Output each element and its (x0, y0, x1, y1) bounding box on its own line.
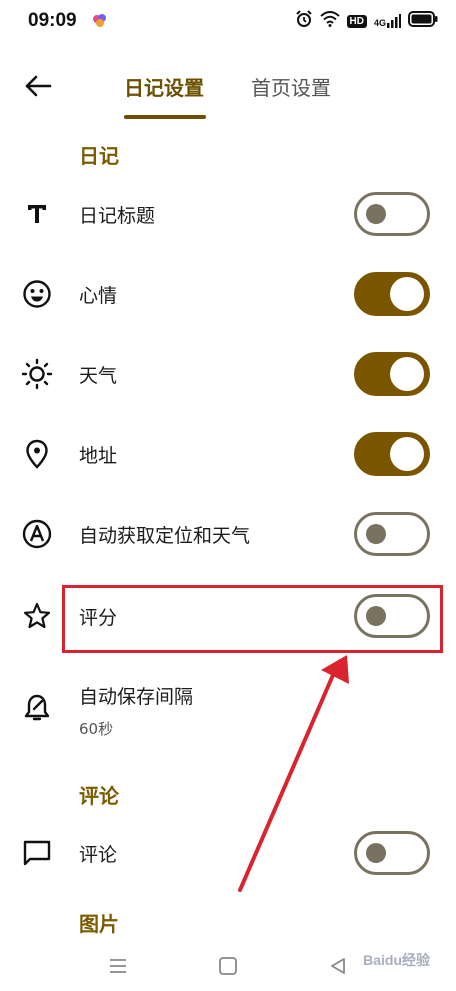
toggle-knob (390, 357, 424, 391)
title-icon (20, 197, 54, 231)
settings-tabs: 日记设置 首页设置 (0, 68, 456, 124)
battery-icon (408, 11, 438, 31)
status-time: 09:09 (28, 10, 77, 31)
toggle-auto-location[interactable] (354, 512, 430, 556)
location-icon (20, 437, 54, 471)
toggle-knob (390, 437, 424, 471)
active-tab-indicator (124, 115, 206, 119)
toggle-knob (366, 843, 386, 863)
auto-icon (20, 517, 54, 551)
menu-icon (110, 959, 126, 973)
setting-label: 自动保存间隔 (79, 686, 194, 708)
setting-row-location[interactable]: 地址 (0, 418, 456, 488)
setting-row-weather[interactable]: 天气 (0, 338, 456, 408)
signal-icon: 4G (374, 14, 401, 28)
setting-label: 心情 (79, 285, 118, 307)
tab-home-settings[interactable]: 首页设置 (251, 72, 331, 101)
section-title-diary: 日记 (79, 144, 119, 168)
tab-diary-settings[interactable]: 日记设置 (124, 72, 204, 101)
home-nav-button[interactable] (214, 954, 242, 978)
comment-icon (20, 836, 54, 870)
setting-label: 日记标题 (79, 205, 156, 227)
home-square-icon (219, 957, 237, 975)
watermark: Baidu经验 (363, 952, 430, 968)
toggle-weather[interactable] (354, 352, 430, 396)
setting-row-title[interactable]: 日记标题 (0, 178, 456, 248)
toggle-title[interactable] (354, 192, 430, 236)
network-type: 4G (373, 18, 386, 28)
highlight-box (62, 585, 443, 653)
status-bar: 09:09 HD 4G (0, 0, 456, 44)
setting-row-autosave[interactable]: 自动保存间隔 60秒 (0, 670, 456, 750)
app-notification-icon (92, 13, 108, 33)
status-icons: HD 4G (295, 10, 438, 32)
triangle-back-icon (331, 958, 345, 974)
setting-label: 自动获取定位和天气 (79, 525, 251, 547)
setting-label: 评论 (79, 844, 118, 866)
alarm-icon (295, 10, 313, 32)
alarm-bell-icon (20, 690, 54, 724)
mood-icon (20, 277, 54, 311)
section-title-comments: 评论 (79, 784, 119, 808)
setting-row-mood[interactable]: 心情 (0, 258, 456, 328)
back-nav-button[interactable] (324, 954, 352, 978)
toggle-knob (366, 204, 386, 224)
toggle-knob (366, 524, 386, 544)
setting-row-comments[interactable]: 评论 (0, 817, 456, 887)
section-title-pictures: 图片 (79, 912, 119, 936)
setting-label: 天气 (79, 365, 118, 387)
toggle-comments[interactable] (354, 831, 430, 875)
menu-nav-button[interactable] (104, 954, 132, 978)
autosave-value: 60秒 (79, 720, 114, 738)
wifi-icon (319, 11, 340, 31)
hd-badge: HD (346, 14, 367, 28)
setting-label: 地址 (79, 445, 118, 467)
star-icon (20, 599, 54, 633)
toggle-knob (390, 277, 424, 311)
weather-icon (20, 357, 54, 391)
toggle-location[interactable] (354, 432, 430, 476)
setting-row-auto-location[interactable]: 自动获取定位和天气 (0, 498, 456, 568)
toggle-mood[interactable] (354, 272, 430, 316)
